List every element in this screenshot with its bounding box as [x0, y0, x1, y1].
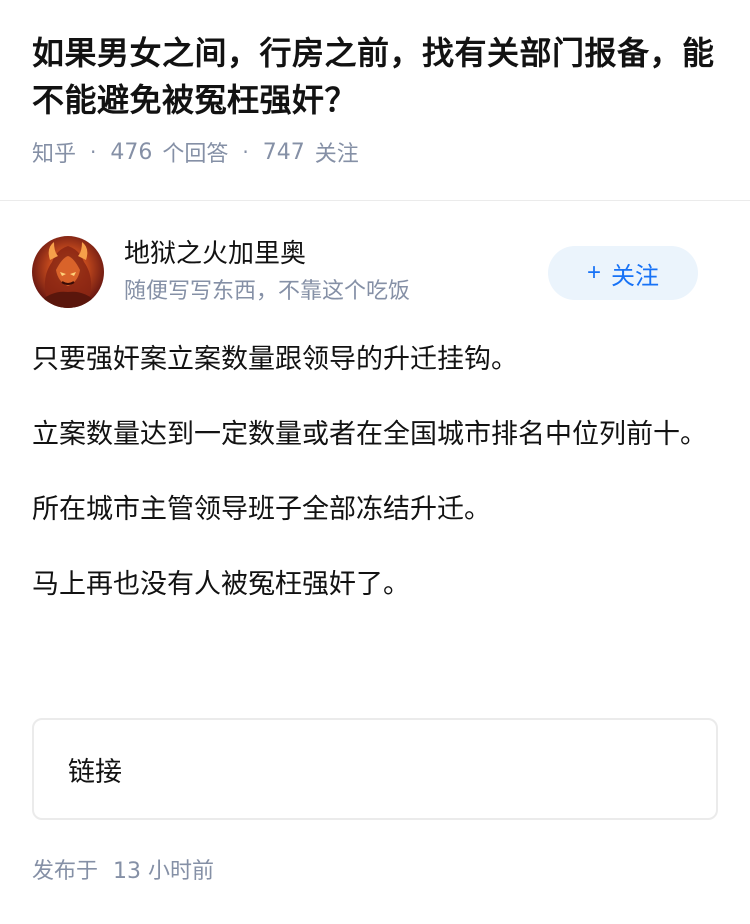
link-card-label: 链接 [68, 756, 122, 788]
answer-count: 476 [110, 139, 153, 165]
answer-content: 只要强奸案立案数量跟领导的升迁挂钩。 立案数量达到一定数量或者在全国城市排名中位… [32, 338, 718, 638]
question-header: 如果男女之间，行房之前，找有关部门报备，能不能避免被冤枉强奸？ 知乎 · 476… [32, 30, 718, 168]
plus-icon: + [586, 259, 601, 286]
author-card: 地狱之火加里奥 随便写写东西，不靠这个吃饭 + 关注 [32, 236, 718, 308]
avatar[interactable] [32, 236, 104, 308]
answer-paragraph: 立案数量达到一定数量或者在全国城市排名中位列前十。 [32, 419, 707, 450]
author-name[interactable]: 地狱之火加里奥 [124, 236, 306, 272]
link-card[interactable]: 链接 [32, 718, 718, 820]
source-label[interactable]: 知乎 [32, 136, 76, 168]
answer-paragraph: 所在城市主管领导班子全部冻结升迁。 [32, 494, 491, 525]
publish-prefix: 发布于 [32, 859, 99, 884]
author-bio: 随便写写东西，不靠这个吃饭 [124, 279, 411, 304]
follower-count: 747 [262, 139, 305, 165]
meta-separator: · [242, 140, 249, 164]
answer-paragraph: 只要强奸案立案数量跟领导的升迁挂钩。 [32, 344, 518, 375]
answer-count-label[interactable]: 个回答 [162, 136, 228, 168]
question-title[interactable]: 如果男女之间，行房之前，找有关部门报备，能不能避免被冤枉强奸？ [32, 30, 718, 124]
publish-time-value: 13 小时前 [113, 859, 215, 884]
follow-button-label: 关注 [611, 262, 659, 290]
publish-time: 发布于 13 小时前 [32, 856, 214, 888]
meta-separator: · [90, 140, 97, 164]
follower-count-label[interactable]: 关注 [315, 136, 359, 168]
section-divider [0, 200, 750, 201]
question-meta: 知乎 · 476 个回答 · 747 关注 [32, 136, 718, 168]
follow-button[interactable]: + 关注 [548, 246, 698, 300]
answer-paragraph: 马上再也没有人被冤枉强奸了。 [32, 569, 410, 600]
avatar-fire-character-icon [40, 242, 96, 308]
